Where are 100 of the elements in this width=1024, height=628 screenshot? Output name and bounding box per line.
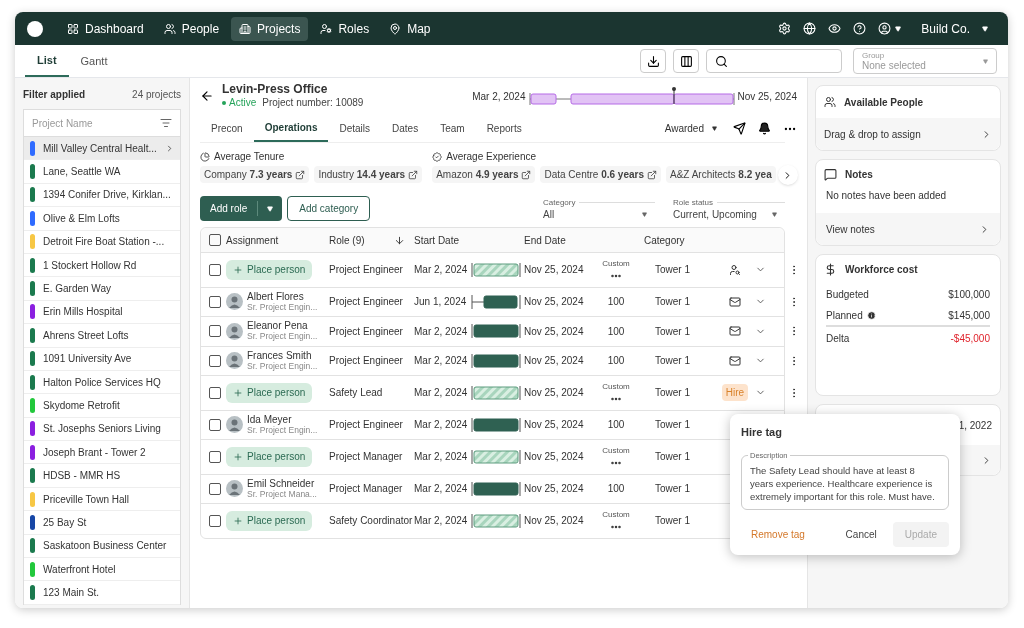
add-role-label[interactable]: Add role: [200, 201, 259, 216]
role-cell-text: Project Manager: [328, 450, 404, 465]
project-list-item[interactable]: Halton Police Services HQ: [24, 370, 180, 395]
project-list-item[interactable]: HDSB - MMR HS: [24, 464, 180, 488]
project-list-item[interactable]: E. Garden Way: [24, 277, 180, 301]
project-list-item[interactable]: Lane, Seattle WA: [24, 160, 180, 184]
column-header[interactable]: Role (9): [324, 232, 394, 248]
role-cell-text: Safety Lead: [328, 386, 384, 401]
project-tab[interactable]: Team: [429, 115, 476, 142]
cancel-button[interactable]: Cancel: [835, 526, 887, 542]
select-value: Current, Upcoming: [673, 208, 757, 221]
stat-value: A&Z Architects 8.2 yea: [670, 168, 772, 182]
place-person-button[interactable]: Place person: [226, 510, 313, 531]
stat-value: Industry 14.4 years: [318, 168, 406, 182]
project-tab[interactable]: Details: [328, 115, 382, 142]
stat-chip[interactable]: A&Z Architects 8.2 yea: [666, 166, 776, 183]
category-cell-text: Tower 1: [654, 514, 691, 529]
nav-item[interactable]: Dashboard: [59, 16, 152, 41]
allocation-cell-text: 100: [607, 295, 625, 310]
view-tab[interactable]: Gantt: [68, 45, 120, 77]
project-list-item[interactable]: Joseph Brant - Tower 2: [24, 441, 180, 465]
status-label: Active: [229, 96, 257, 109]
cost-label: Delta: [826, 331, 850, 346]
project-list-item[interactable]: Olive & Elm Lofts: [24, 207, 180, 231]
person-title: Sr. Project Engin...: [247, 301, 318, 312]
start-date-cell-text: Mar 2, 2024: [414, 514, 469, 529]
add-role-button[interactable]: Add role: [200, 196, 283, 221]
project-list-item[interactable]: 1 Stockert Hollow Rd: [24, 253, 180, 278]
column-header[interactable]: Start Date: [414, 232, 524, 248]
stat-chip[interactable]: Data Centre 0.6 years: [540, 166, 661, 183]
allocation-cell-text: 100: [607, 482, 625, 497]
notes-empty-text: No notes have been added: [825, 189, 948, 203]
end-date-cell-text: Nov 25, 2024: [523, 386, 585, 401]
nav-item[interactable]: People: [155, 16, 228, 41]
person-name: Ida Meyer: [247, 414, 293, 425]
stat-title: Average Experience: [446, 150, 537, 164]
place-person-button[interactable]: Place person: [226, 446, 313, 467]
project-list-item[interactable]: 1394 Conifer Drive, Kirklan...: [24, 183, 180, 208]
nav-item[interactable]: Roles: [312, 16, 378, 41]
start-date-cell-text: Mar 2, 2024: [414, 263, 469, 278]
category-cell-text: Tower 1: [654, 386, 691, 401]
role-cell-text: Project Engineer: [328, 324, 404, 339]
view-notes-link[interactable]: View notes: [816, 213, 1000, 245]
nav-item[interactable]: Projects: [231, 16, 309, 41]
category-cell-text: Tower 1: [654, 263, 691, 278]
drag-drop-link[interactable]: Drag & drop to assign: [816, 118, 1000, 150]
person-name: Frances Smith: [247, 350, 313, 361]
nav-item[interactable]: Map: [381, 16, 439, 41]
project-list-item[interactable]: St. Josephs Seniors Living: [24, 417, 180, 442]
card-title: Notes: [845, 167, 873, 182]
project-list-item[interactable]: Priceville Town Hall: [24, 487, 180, 512]
project-tab[interactable]: Dates: [381, 115, 430, 142]
project-list-item[interactable]: Erin Mills Hospital: [24, 300, 180, 325]
add-category-button[interactable]: Add category: [287, 196, 371, 221]
role-cell-text: Safety Coordinator: [328, 514, 414, 529]
project-list-item[interactable]: Ahrens Street Lofts: [24, 324, 180, 348]
project-list-item[interactable]: Detroit Fire Boat Station -...: [24, 230, 180, 254]
category-cell-text: Tower 1: [654, 295, 691, 310]
project-list-item[interactable]: Saskatoon Business Center: [24, 534, 180, 559]
project-tab[interactable]: Precon: [200, 115, 254, 142]
select-value: All: [543, 208, 555, 221]
stat-chip[interactable]: Industry 14.4 years: [314, 166, 423, 183]
category-cell-text: Tower 1: [654, 482, 691, 497]
project-list-item[interactable]: 25 Bay St: [24, 511, 180, 535]
project-list-item[interactable]: Skydome Retrofit: [24, 394, 180, 418]
start-date-cell-text: Mar 2, 2024: [414, 386, 469, 401]
date-value: 1, 2022: [958, 418, 992, 433]
stage-dropdown[interactable]: Awarded: [664, 121, 717, 136]
card-title: Available People: [844, 95, 924, 110]
person-title: Sr. Project Engin...: [247, 424, 318, 435]
end-date-cell-text: Nov 25, 2024: [523, 354, 585, 369]
project-tab[interactable]: Operations: [253, 115, 329, 142]
cost-value: $145,000: [948, 308, 990, 323]
category-cell-text: Tower 1: [654, 418, 691, 433]
select-label: Role status: [673, 196, 714, 209]
filter-select[interactable]: Role status Current, Upcoming: [673, 196, 785, 221]
project-list-item[interactable]: Waterfront Hotel: [24, 558, 180, 582]
filter-select[interactable]: Category All: [543, 196, 655, 221]
project-list-item[interactable]: Mill Valley Central Healt...: [24, 137, 180, 161]
description-text: The Safety Lead should have at least 8 years experience. Healthcare experience is extremely important for this role. Must have.: [750, 463, 936, 503]
card-title: Workforce cost: [845, 262, 918, 277]
stat-chip[interactable]: Company 7.3 years: [200, 166, 310, 183]
company-menu[interactable]: Build Co.: [921, 19, 988, 38]
allocation-cell-text: 100: [607, 354, 625, 369]
column-header[interactable]: End Date: [524, 232, 644, 248]
start-date: Mar 2, 2024: [472, 89, 526, 104]
person-name: Eleanor Pena: [247, 321, 309, 332]
column-header[interactable]: Assignment: [226, 232, 324, 248]
project-count: 24 projects: [132, 88, 181, 102]
end-date-cell-text: Nov 25, 2024: [523, 324, 585, 339]
place-person-button[interactable]: Place person: [226, 382, 313, 403]
popover-title: Hire tag: [741, 425, 783, 440]
column-header[interactable]: Category: [644, 232, 724, 248]
person-title: Sr. Project Mana...: [247, 488, 317, 499]
project-tab[interactable]: Reports: [475, 115, 533, 142]
place-person-button[interactable]: Place person: [226, 259, 313, 280]
project-list-item[interactable]: 123 Main St.: [24, 581, 180, 605]
project-list-item[interactable]: 1091 University Ave: [24, 347, 180, 371]
stat-chip[interactable]: Amazon 4.9 years: [432, 166, 536, 183]
project-number: Project number: 10089: [262, 96, 364, 109]
